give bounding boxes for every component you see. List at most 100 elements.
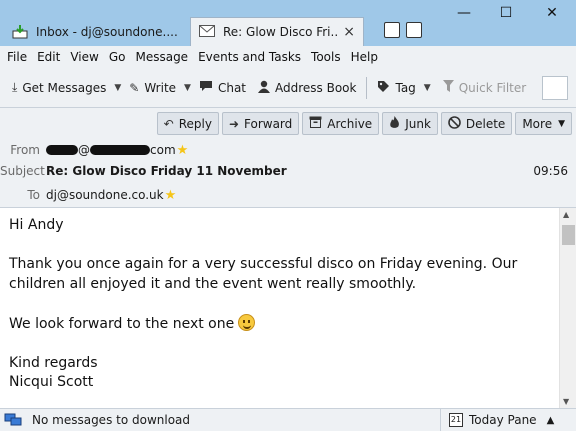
to-address[interactable]: dj@soundone.co.uk ★ — [46, 188, 176, 203]
reply-button[interactable]: ↶ Reply — [156, 112, 219, 135]
pencil-icon: ✎ — [129, 80, 140, 95]
menu-events-tasks[interactable]: Events and Tasks — [193, 50, 306, 64]
forward-arrow-icon: ➜ — [228, 116, 240, 131]
message-time: 09:56 — [533, 164, 568, 178]
filter-icon — [442, 80, 454, 95]
menu-view[interactable]: View — [65, 50, 103, 64]
menu-help[interactable]: Help — [346, 50, 383, 64]
write-button[interactable]: ✎ Write — [123, 75, 182, 101]
address-book-label: Address Book — [275, 80, 357, 95]
minimize-button[interactable]: — — [451, 4, 477, 22]
archive-button[interactable]: Archive — [302, 112, 380, 135]
download-icon: ⤓ — [12, 80, 18, 94]
smiley-emoji-icon — [238, 313, 256, 331]
status-text: No messages to download — [32, 413, 191, 427]
reply-arrow-icon: ↶ — [163, 116, 174, 131]
delete-button[interactable]: Delete — [440, 112, 513, 135]
subject-text: Re: Glow Disco Friday 11 November — [46, 164, 287, 178]
menu-go[interactable]: Go — [104, 50, 131, 64]
junk-flame-icon — [389, 115, 400, 132]
from-at: @ — [78, 143, 90, 157]
chevron-down-icon: ▼ — [423, 82, 431, 93]
tab-message-label: Re: Glow Disco Fri... — [223, 25, 338, 39]
chat-button[interactable]: Chat — [193, 75, 252, 101]
scroll-up-icon[interactable]: ▲ — [563, 210, 569, 219]
menu-file[interactable]: File — [2, 50, 32, 64]
maximize-button[interactable]: ☐ — [493, 4, 519, 22]
window-close-button[interactable]: ✕ — [539, 4, 565, 22]
address-book-button[interactable]: Address Book — [252, 75, 362, 101]
more-button[interactable]: More ▼ — [515, 112, 572, 135]
archive-label: Archive — [327, 116, 373, 131]
forward-button[interactable]: ➜ Forward — [221, 112, 300, 135]
inbox-download-icon — [12, 24, 28, 39]
online-status-icon[interactable] — [4, 413, 22, 427]
menu-message[interactable]: Message — [130, 50, 193, 64]
chevron-down-icon: ▼ — [184, 82, 191, 93]
chevron-up-icon: ▲ — [546, 414, 555, 426]
signoff: Kind regards — [9, 354, 98, 371]
message-body[interactable]: Hi Andy Thank you once again for a very … — [0, 208, 576, 408]
envelope-icon — [199, 25, 215, 39]
person-icon — [258, 80, 270, 96]
junk-label: Junk — [405, 116, 431, 131]
chevron-down-icon: ▼ — [558, 118, 565, 129]
body-paragraph-2-text: We look forward to the next one — [9, 315, 235, 332]
greeting: Hi Andy — [9, 217, 64, 233]
message-header: ↶ Reply ➜ Forward Archive Junk Delete Mo… — [0, 108, 576, 208]
calendar-tab-icon[interactable] — [384, 22, 400, 38]
star-icon[interactable]: ★ — [165, 188, 177, 203]
quick-filter-button[interactable]: Quick Filter — [437, 75, 532, 101]
to-row: To dj@soundone.co.uk ★ — [0, 185, 576, 205]
tasks-tab-icon[interactable] — [406, 22, 422, 38]
close-icon[interactable]: × — [337, 24, 355, 40]
status-bar: No messages to download 21 Today Pane ▲ — [0, 408, 576, 431]
chevron-down-icon: ▼ — [114, 82, 122, 93]
redacted-domain — [90, 145, 150, 155]
subject-label: Subject — [0, 164, 45, 178]
body-paragraph: Thank you once again for a very successf… — [9, 256, 518, 292]
scroll-down-icon[interactable]: ▼ — [563, 397, 569, 406]
message-text: Hi Andy Thank you once again for a very … — [9, 216, 554, 393]
today-pane-label: Today Pane — [469, 413, 537, 427]
quick-filter-label: Quick Filter — [458, 80, 527, 95]
tab-inbox[interactable]: Inbox - dj@soundone.... — [4, 17, 190, 46]
archive-box-icon — [309, 116, 322, 131]
today-pane-toggle[interactable]: 21 Today Pane ▲ — [440, 409, 576, 431]
write-dropdown[interactable]: ▼ — [182, 75, 193, 101]
from-address[interactable]: @ com ★ — [46, 143, 188, 158]
menu-bar: File Edit View Go Message Events and Tas… — [0, 46, 576, 68]
title-bar: Inbox - dj@soundone.... Re: Glow Disco F… — [0, 0, 576, 46]
more-label: More — [522, 116, 553, 131]
tab-inbox-label: Inbox - dj@soundone.... — [36, 24, 178, 39]
delete-label: Delete — [465, 116, 506, 131]
write-label: Write — [144, 80, 177, 95]
menu-tools[interactable]: Tools — [306, 50, 346, 64]
search-input[interactable] — [542, 75, 569, 100]
menu-edit[interactable]: Edit — [32, 50, 65, 64]
message-actions: ↶ Reply ➜ Forward Archive Junk Delete Mo… — [156, 112, 572, 135]
redacted-name — [46, 145, 78, 155]
chat-label: Chat — [217, 80, 246, 95]
main-toolbar: ⤓ Get Messages ▼ ✎ Write ▼ Chat Address … — [0, 68, 576, 108]
get-messages-button[interactable]: ⤓ Get Messages — [6, 75, 112, 101]
from-suffix: com — [150, 143, 176, 157]
from-label: From — [10, 143, 40, 157]
scroll-thumb[interactable] — [562, 225, 575, 245]
chat-bubble-icon — [199, 80, 213, 95]
subject-row: Subject Re: Glow Disco Friday 11 Novembe… — [0, 161, 576, 181]
tag-button[interactable]: Tag ▼ — [371, 75, 436, 101]
tag-icon — [377, 80, 390, 96]
signature-name: Nicqui Scott — [9, 374, 94, 390]
tag-label: Tag — [395, 80, 416, 95]
to-label: To — [27, 188, 40, 202]
star-icon[interactable]: ★ — [177, 143, 189, 158]
to-address-text: dj@soundone.co.uk — [46, 188, 164, 202]
get-messages-label: Get Messages — [22, 80, 107, 95]
tab-message[interactable]: Re: Glow Disco Fri... × — [190, 17, 364, 46]
scrollbar[interactable]: ▲ ▼ — [559, 208, 576, 408]
from-row: From @ com ★ — [0, 140, 576, 160]
forward-label: Forward — [244, 116, 293, 131]
get-messages-dropdown[interactable]: ▼ — [112, 75, 123, 101]
junk-button[interactable]: Junk — [382, 112, 438, 135]
